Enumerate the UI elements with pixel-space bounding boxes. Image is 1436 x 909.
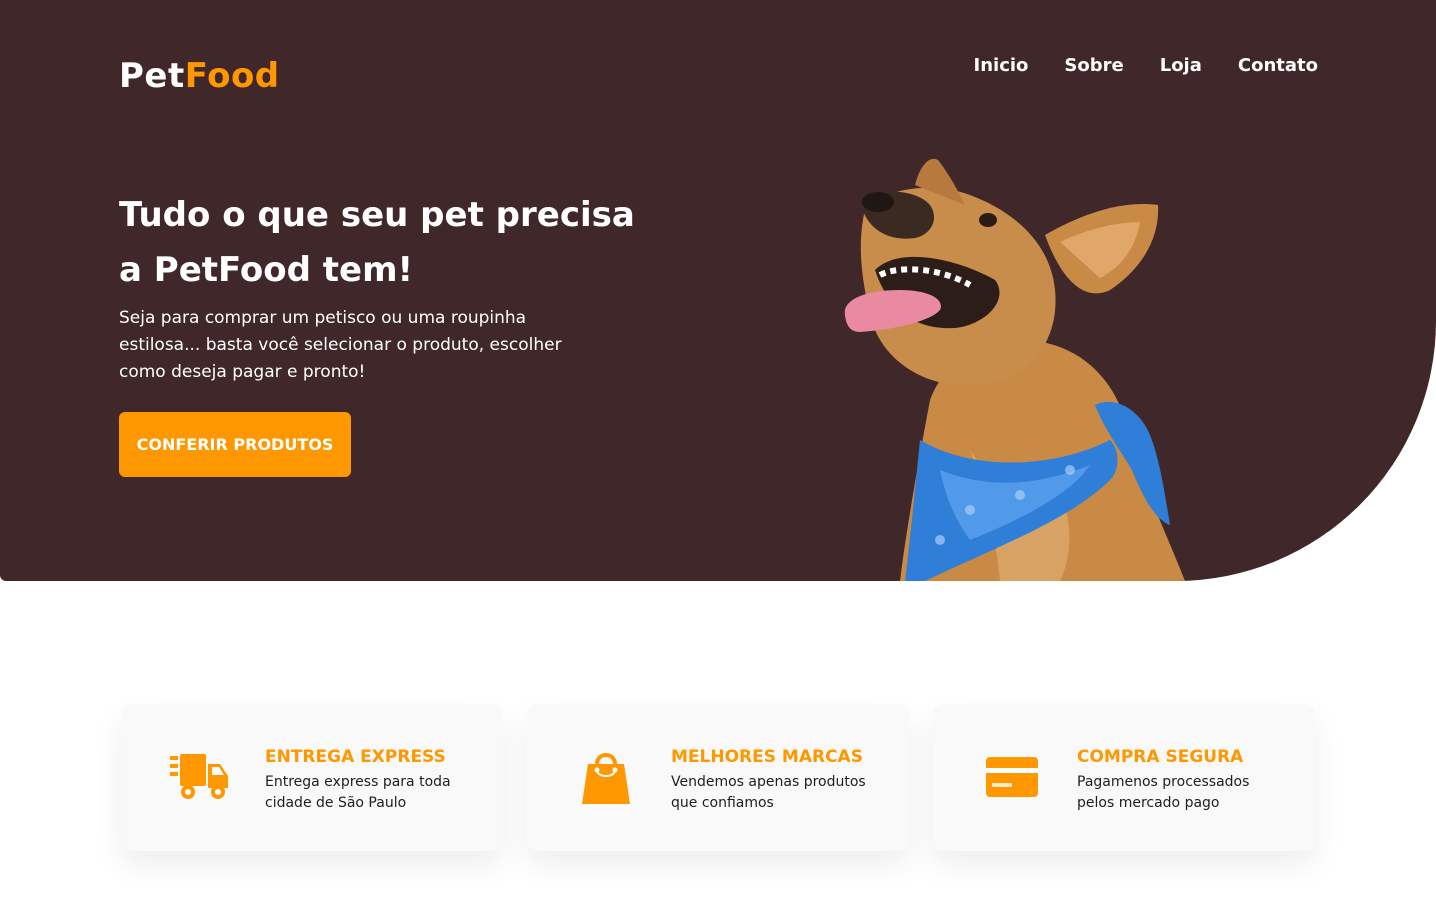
feature-card-marcas: MELHORES MARCAS Vendemos apenas produtos… [527,704,909,851]
hero-title-line1: Tudo o que seu pet precisa [119,195,635,235]
dog-image [844,158,1185,581]
feature-text: Pagamenos processados pelos mercado pago [1077,774,1250,811]
features-section: ENTREGA EXPRESS Entrega express para tod… [121,704,1318,851]
feature-title: COMPRA SEGURA [1077,747,1244,767]
nav-link-inicio[interactable]: Inicio [974,55,1029,76]
hero-title-line2: a PetFood tem! [119,250,413,290]
hero-section: PetFood Inicio Sobre Loja Contato Tudo o… [0,0,1436,581]
main-nav: Inicio Sobre Loja Contato [974,55,1318,76]
credit-card-icon [981,746,1043,808]
nav-link-sobre[interactable]: Sobre [1064,55,1123,76]
logo-text-food: Food [184,56,280,96]
feature-card-entrega: ENTREGA EXPRESS Entrega express para tod… [121,704,503,851]
nav-link-loja[interactable]: Loja [1160,55,1202,76]
logo-text-pet: Pet [119,56,185,96]
feature-title: MELHORES MARCAS [671,747,863,767]
feature-card-compra: COMPRA SEGURA Pagamenos processados pelo… [933,704,1315,851]
delivery-truck-icon [169,746,231,808]
logo[interactable]: PetFood [119,56,280,96]
nav-link-contato[interactable]: Contato [1238,55,1318,76]
hero-description: Seja para comprar um petisco ou uma roup… [119,308,562,382]
feature-text: Entrega express para toda cidade de São … [265,774,451,811]
hero-title: Tudo o que seu pet precisa a PetFood tem… [119,188,679,298]
shopping-bag-icon [575,746,637,808]
conferir-produtos-button[interactable]: CONFERIR PRODUTOS [119,412,351,477]
feature-title: ENTREGA EXPRESS [265,747,446,767]
feature-text: Vendemos apenas produtos que confiamos [671,774,866,811]
